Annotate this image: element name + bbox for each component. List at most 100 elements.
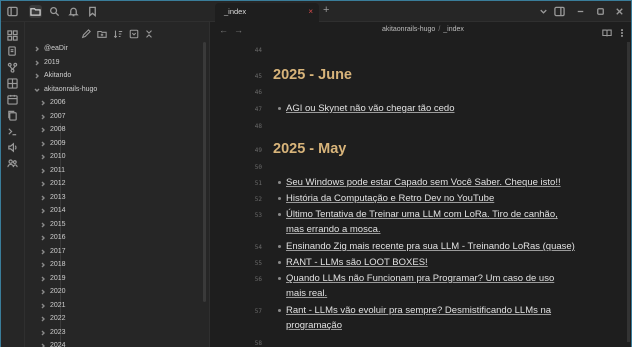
line-number: 54 (254, 244, 262, 251)
tree-item[interactable]: 2018 (40, 259, 200, 272)
search-icon[interactable] (48, 5, 61, 18)
tree-item[interactable]: akitaonrails-hugo (34, 84, 194, 97)
close-icon[interactable] (613, 5, 626, 18)
chevron-right-icon[interactable] (40, 222, 46, 228)
tree-item[interactable]: 2017 (40, 246, 200, 259)
tree-item[interactable]: 2009 (40, 138, 200, 151)
collapse-all-icon[interactable] (144, 26, 154, 38)
breadcrumb-file[interactable]: _index (443, 26, 464, 33)
tree-item-label: 2018 (50, 261, 66, 268)
right-sidebar-icon[interactable] (553, 5, 566, 18)
tree-item-label: 2012 (50, 180, 66, 187)
editor-scrollbar[interactable] (627, 42, 630, 342)
list-bullet (278, 245, 281, 248)
chevron-right-icon[interactable] (40, 141, 46, 147)
tree-item[interactable]: 2016 (40, 232, 200, 245)
chevron-right-icon[interactable] (40, 330, 46, 336)
tab-close-button[interactable]: × (308, 7, 313, 16)
chevron-right-icon[interactable] (40, 235, 46, 241)
sidebar-toggle-icon[interactable] (6, 5, 19, 18)
new-tab-button[interactable]: + (323, 4, 329, 16)
note-link[interactable]: Quando LLMs não Funcionam pra Programar?… (286, 271, 554, 286)
tree-item[interactable]: 2012 (40, 178, 200, 191)
chevron-right-icon[interactable] (40, 303, 46, 309)
tree-item[interactable]: 2008 (40, 124, 200, 137)
heading-may: 2025 - May (273, 141, 347, 157)
chevron-down-icon[interactable] (537, 5, 550, 18)
new-folder-icon[interactable] (97, 26, 107, 38)
tab-index[interactable]: _index × (215, 3, 319, 22)
chevron-right-icon[interactable] (34, 60, 40, 66)
chevron-right-icon[interactable] (34, 46, 40, 52)
note-link[interactable]: Rant - LLMs vão evoluir pra sempre? Desm… (286, 303, 551, 318)
tree-item[interactable]: @eaDir (34, 43, 194, 56)
editor-header: ← → akitaonrails-hugo / _index (210, 22, 631, 39)
chevron-right-icon[interactable] (40, 249, 46, 255)
chevron-right-icon[interactable] (40, 343, 46, 347)
copy-icon[interactable] (7, 108, 18, 121)
tree-item[interactable]: 2007 (40, 111, 200, 124)
chevron-right-icon[interactable] (40, 208, 46, 214)
folder-icon[interactable] (29, 5, 42, 18)
tree-item[interactable]: 2010 (40, 151, 200, 164)
chevron-right-icon[interactable] (40, 181, 46, 187)
more-options-icon[interactable] (617, 25, 628, 37)
calendar-icon[interactable] (7, 92, 18, 105)
pages-icon[interactable] (7, 44, 18, 56)
chevron-right-icon[interactable] (34, 73, 40, 79)
line-number: 58 (254, 340, 262, 347)
reading-view-icon[interactable] (602, 25, 613, 37)
tree-item[interactable]: Akitando (34, 70, 194, 83)
chevron-right-icon[interactable] (40, 289, 46, 295)
bookmark-icon[interactable] (86, 5, 99, 18)
chevron-right-icon[interactable] (40, 316, 46, 322)
new-note-icon[interactable] (81, 26, 91, 39)
branch-icon[interactable] (7, 60, 18, 73)
blocks-icon[interactable] (7, 76, 18, 89)
chevron-down-icon[interactable] (34, 87, 40, 93)
note-link[interactable]: História da Computação e Retro Dev no Yo… (286, 191, 494, 206)
minimize-icon[interactable] (574, 5, 587, 18)
tree-item[interactable]: 2015 (40, 219, 200, 232)
note-link-continuation[interactable]: programação (286, 318, 342, 333)
chevron-right-icon[interactable] (40, 276, 46, 282)
sort-icon[interactable] (113, 26, 123, 39)
audio-icon[interactable] (7, 140, 18, 153)
tree-item[interactable]: 2011 (40, 165, 200, 178)
expand-all-icon[interactable] (129, 26, 139, 39)
note-link[interactable]: RANT - LLMs são LOOT BOXES! (286, 255, 428, 270)
tree-item[interactable]: 2023 (40, 327, 200, 340)
note-link[interactable]: AGI ou Skynet não vão chegar tão cedo (286, 101, 454, 116)
chevron-right-icon[interactable] (40, 195, 46, 201)
tree-item[interactable]: 2021 (40, 300, 200, 313)
grid-icon[interactable] (7, 28, 18, 41)
chevron-right-icon[interactable] (40, 154, 46, 160)
tree-item[interactable]: 2013 (40, 192, 200, 205)
tree-item[interactable]: 2014 (40, 205, 200, 218)
tree-item[interactable]: 2020 (40, 286, 200, 299)
note-link[interactable]: Ensinando Zig mais recente pra sua LLM -… (286, 239, 575, 254)
forward-button[interactable]: → (234, 25, 243, 35)
people-icon[interactable] (7, 156, 18, 168)
tree-item[interactable]: 2019 (34, 57, 194, 70)
tree-item[interactable]: 2022 (40, 313, 200, 326)
chevron-right-icon[interactable] (40, 114, 46, 120)
chevron-right-icon[interactable] (40, 127, 46, 133)
bell-icon[interactable] (67, 5, 80, 18)
tree-item[interactable]: 2006 (40, 97, 200, 110)
maximize-icon[interactable] (594, 5, 607, 18)
note-link-continuation[interactable]: mais real. (286, 286, 327, 301)
chevron-right-icon[interactable] (40, 100, 46, 106)
sidebar-scrollbar[interactable] (203, 42, 206, 302)
chevron-right-icon[interactable] (40, 168, 46, 174)
note-link[interactable]: Último Tentativa de Treinar uma LLM com … (286, 207, 558, 222)
tree-item-label: 2015 (50, 220, 66, 228)
tree-item[interactable]: 2024 (40, 340, 200, 347)
note-link[interactable]: Seu Windows pode estar Capado sem Você S… (286, 175, 561, 190)
breadcrumb-folder[interactable]: akitaonrails-hugo (382, 26, 435, 33)
terminal-icon[interactable] (7, 124, 18, 136)
chevron-right-icon[interactable] (40, 262, 46, 268)
note-link-continuation[interactable]: mas errando a mosca. (286, 222, 381, 237)
back-button[interactable]: ← (219, 25, 228, 35)
tree-item[interactable]: 2019 (40, 273, 200, 286)
